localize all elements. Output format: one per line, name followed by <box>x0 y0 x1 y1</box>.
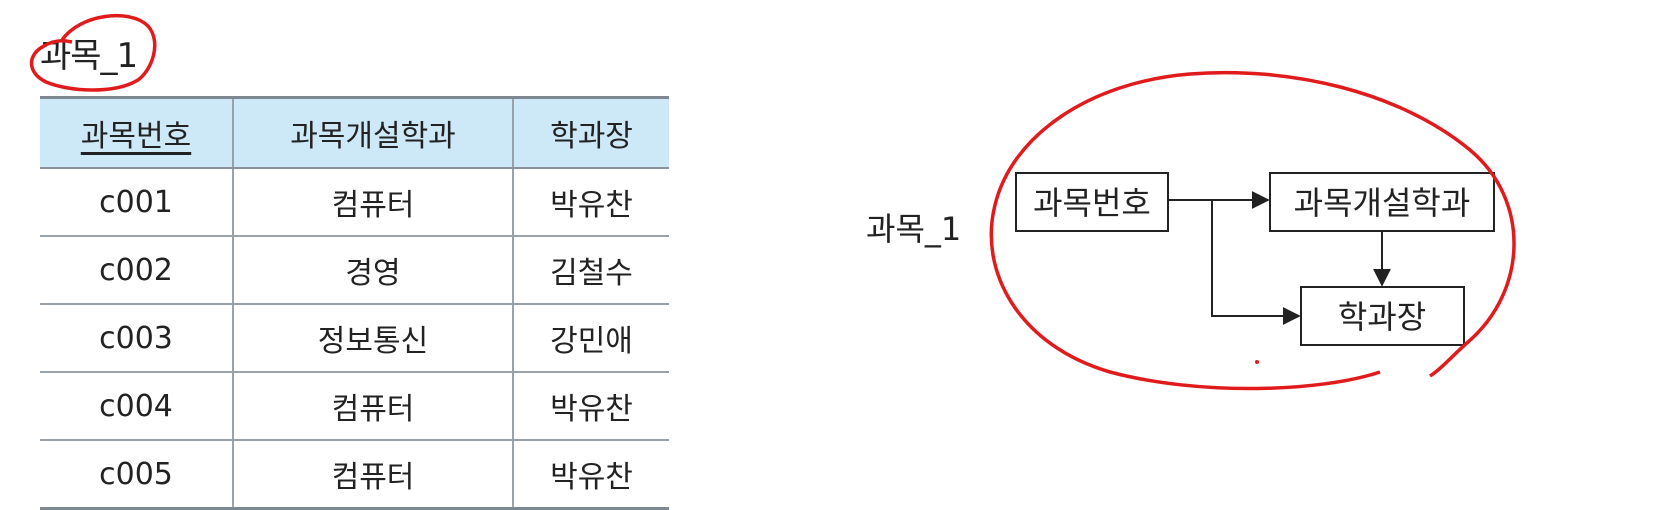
title-highlight-circle <box>29 13 157 92</box>
node-subject-id-label: 과목번호 <box>1033 184 1151 222</box>
node-department-label: 과목개설학과 <box>1294 184 1471 222</box>
node-dept-head: 학과장 <box>1300 286 1465 346</box>
dependency-diagram: 과목_1 과목번호 과목개설학과 학과장 <box>29 13 1516 391</box>
node-subject-id: 과목번호 <box>1015 172 1169 232</box>
node-dept-head-label: 학과장 <box>1338 298 1426 336</box>
diagram-relation-label: 과목_1 <box>866 210 961 248</box>
node-department: 과목개설학과 <box>1269 172 1495 232</box>
stray-red-dot <box>1255 360 1259 364</box>
